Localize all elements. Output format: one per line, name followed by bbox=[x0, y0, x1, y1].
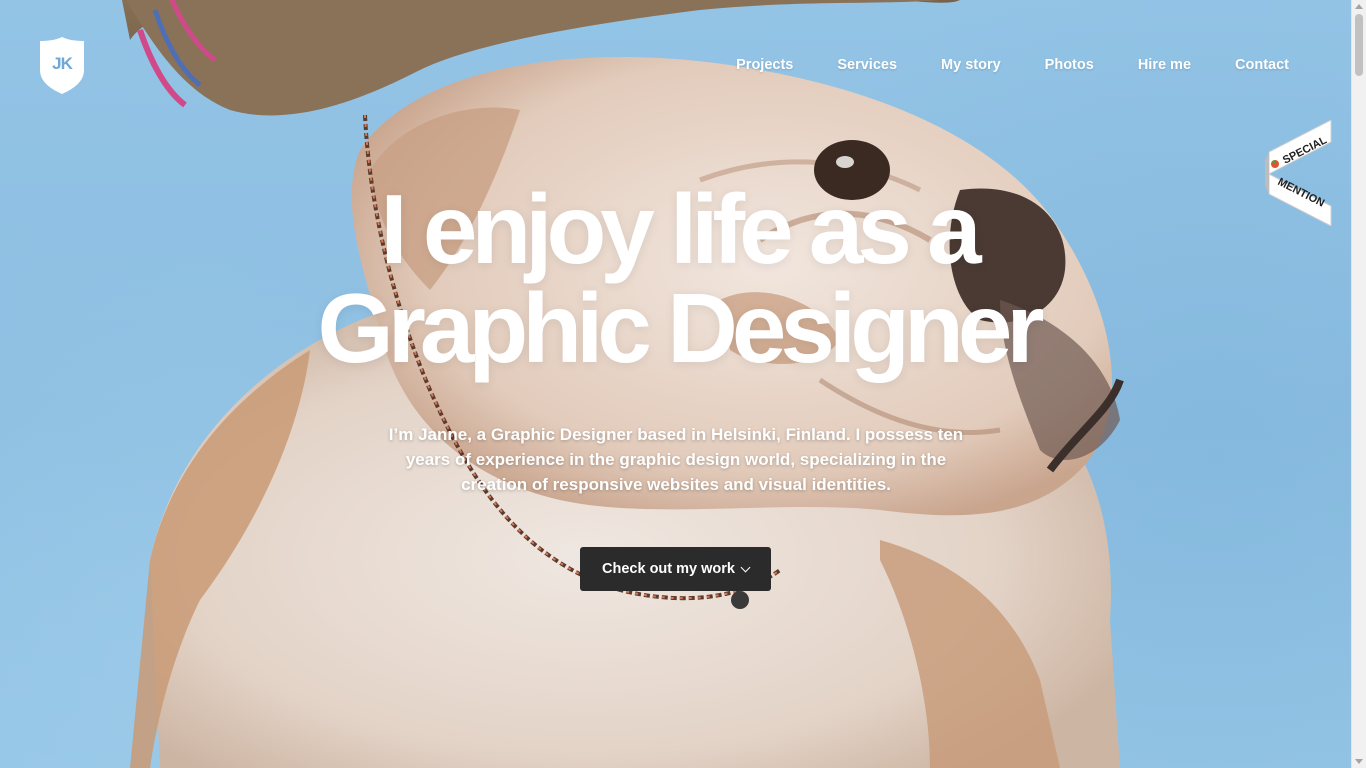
nav-item-hire-me[interactable]: Hire me bbox=[1138, 55, 1191, 75]
chevron-down-icon bbox=[740, 562, 751, 572]
logo-initials: JK bbox=[52, 54, 73, 73]
bulldog-hero-image bbox=[122, 0, 1124, 768]
nav-item-my-story[interactable]: My story bbox=[941, 55, 1001, 75]
logo[interactable]: JK bbox=[40, 37, 84, 94]
hero-headline: I enjoy life as a Graphic Designer bbox=[0, 180, 1351, 378]
cta-label: Check out my work bbox=[602, 561, 735, 577]
scroll-up-icon[interactable] bbox=[1355, 4, 1363, 9]
hero-headline-line1: I enjoy life as a bbox=[380, 174, 981, 284]
page-scrollbar[interactable] bbox=[1351, 0, 1366, 768]
nav-item-photos[interactable]: Photos bbox=[1045, 55, 1094, 75]
hero-headline-line2: Graphic Designer bbox=[317, 273, 1045, 383]
check-out-work-button[interactable]: Check out my work bbox=[580, 547, 771, 591]
hero-intro: I’m Janne, a Graphic Designer based in H… bbox=[388, 425, 964, 494]
nav-item-projects[interactable]: Projects bbox=[736, 55, 793, 75]
scrollbar-thumb[interactable] bbox=[1355, 14, 1363, 76]
scroll-down-icon[interactable] bbox=[1355, 759, 1363, 764]
nav-item-services[interactable]: Services bbox=[837, 55, 897, 75]
nav-item-contact[interactable]: Contact bbox=[1235, 55, 1289, 75]
page: JK Projects Services My story Photos Hir… bbox=[0, 0, 1366, 768]
hero-section: JK Projects Services My story Photos Hir… bbox=[0, 0, 1351, 768]
main-nav: Projects Services My story Photos Hire m… bbox=[692, 55, 1289, 75]
